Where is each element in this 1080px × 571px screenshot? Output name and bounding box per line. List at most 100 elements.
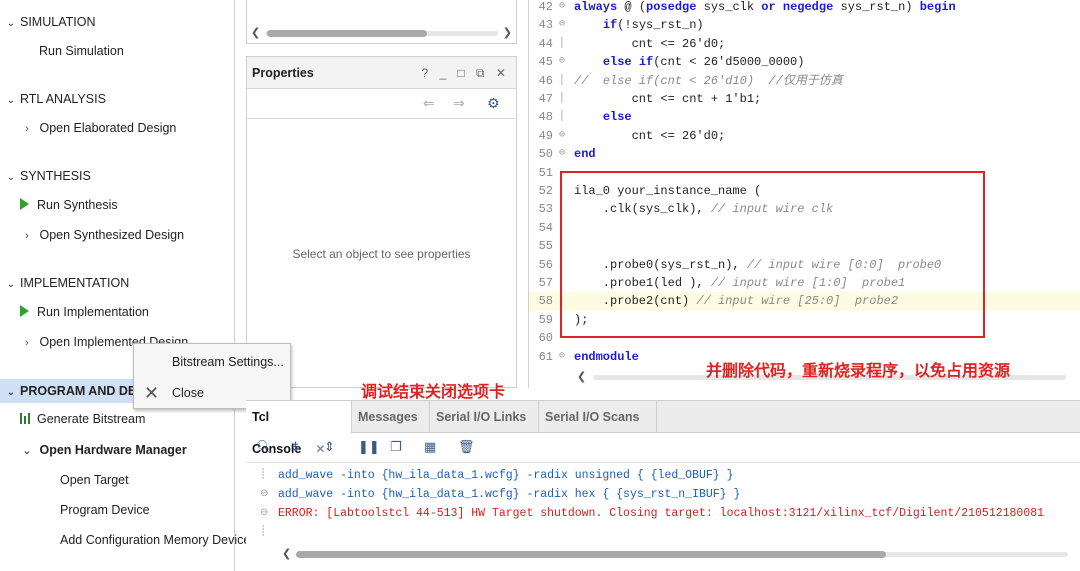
item-label: Generate Bitstream [37, 412, 146, 426]
open-target-item[interactable]: Open Target [60, 468, 129, 492]
run-synthesis-item[interactable]: Run Synthesis [20, 193, 118, 217]
code-text: always @ (posedge sys_clk or negedge sys… [574, 0, 956, 14]
code-line[interactable]: 44 │ cnt <= 26'd0; [529, 35, 1080, 53]
code-text: cnt <= 26'd0; [574, 36, 726, 51]
console-toolbar: 🔍︎ ⇟ ⇕ ❚❚ ❐ ▦ 🗑︎ [246, 433, 1080, 463]
section-synthesis[interactable]: ⌄ SYNTHESIS [0, 164, 91, 188]
fold-close-icon[interactable]: ⊖ [260, 507, 268, 518]
scroll-right-icon[interactable]: ❯ [503, 26, 512, 39]
tab-serial-io-links[interactable]: Serial I/O Links [430, 401, 539, 433]
line-number: 57 [538, 276, 553, 290]
code-text: cnt <= 26'd0; [574, 128, 726, 143]
expand-all-icon[interactable]: ⇕ [324, 439, 335, 455]
sources-pane: ❮ ❯ [246, 0, 517, 44]
code-text: else [602, 110, 632, 125]
fold-icon[interactable]: ⊖ [556, 127, 568, 145]
fold-icon[interactable]: │ [556, 72, 568, 90]
line-number: 42 [538, 0, 553, 14]
add-configuration-memory-device-item[interactable]: Add Configuration Memory Device [60, 528, 250, 552]
section-title: RTL ANALYSIS [20, 92, 106, 106]
copy-icon[interactable]: ❐ [390, 439, 402, 455]
fold-icon[interactable]: ⊖ [556, 0, 568, 16]
chevron-down-icon: ⌄ [22, 445, 32, 457]
scroll-thumb[interactable] [267, 30, 427, 37]
scroll-left-icon[interactable]: ❮ [282, 547, 291, 560]
properties-empty-message: Select an object to see properties [292, 247, 471, 261]
code-line[interactable]: 45 ⊖ else if(cnt < 26'd5000_0000) [529, 53, 1080, 71]
back-arrow-icon[interactable]: ⇐ [423, 95, 435, 112]
fold-open-icon[interactable]: ⊖ [260, 488, 268, 499]
bitstream-settings-menu-item[interactable]: Bitstream Settings... [134, 347, 290, 377]
console-tabs: Tcl Console ✕ Messages Serial I/O Links S… [246, 401, 1080, 456]
run-simulation-item[interactable]: Run Simulation [39, 39, 124, 63]
search-icon[interactable]: 🔍︎ [256, 439, 273, 455]
tab-label: Serial I/O Scans [545, 410, 640, 424]
code-line[interactable]: 47 │ cnt <= cnt + 1'b1; [529, 90, 1080, 108]
line-number: 43 [538, 18, 553, 33]
chevron-down-icon: ⌄ [6, 95, 16, 106]
console-error-line: ERROR: [Labtoolstcl 44-513] HW Target sh… [278, 507, 1045, 520]
menu-item-label: Close [172, 386, 204, 400]
close-icon: ✕ [144, 383, 160, 403]
scroll-left-icon[interactable]: ❮ [577, 370, 586, 383]
properties-toolbar: ⇐ ⇒ ⚙ [247, 89, 516, 119]
generate-bitstream-item[interactable]: Generate Bitstream [20, 407, 145, 431]
chevron-down-icon: ⌄ [6, 387, 16, 398]
fold-icon[interactable]: │ [556, 108, 568, 126]
horizontal-scrollbar[interactable]: ❮ ❯ [251, 26, 512, 40]
tab-label: Serial I/O Links [436, 410, 527, 424]
fold-icon[interactable]: │ [556, 35, 568, 53]
line-number: 46 [538, 73, 553, 88]
console-horizontal-scrollbar[interactable]: ❮ [282, 547, 1080, 561]
console-line: add_wave -into {hw_ila_data_1.wcfg} -rad… [278, 469, 734, 482]
table-icon[interactable]: ▦ [424, 439, 436, 455]
fold-icon[interactable]: ⊖ [556, 145, 568, 163]
chevron-down-icon: ⌄ [6, 18, 16, 29]
line-number: 56 [538, 257, 553, 272]
line-number: 49 [538, 128, 553, 143]
fold-icon[interactable]: │ [556, 90, 568, 108]
code-line[interactable]: 50 ⊖ end [529, 145, 1080, 163]
tab-messages[interactable]: Messages [352, 401, 430, 433]
gear-icon[interactable]: ⚙ [487, 95, 500, 112]
chevron-right-icon: › [25, 230, 29, 242]
open-elaborated-design-item[interactable]: › Open Elaborated Design [20, 116, 176, 140]
fold-icon[interactable]: ⊖ [556, 53, 568, 71]
forward-arrow-icon[interactable]: ⇒ [453, 95, 465, 112]
code-line[interactable]: 48 │ else [529, 108, 1080, 126]
run-implementation-item[interactable]: Run Implementation [20, 300, 149, 324]
section-simulation[interactable]: ⌄ SIMULATION [0, 10, 96, 34]
line-number: 53 [538, 202, 553, 217]
chevron-right-icon: › [25, 123, 29, 135]
item-label: Open Elaborated Design [39, 121, 177, 135]
chevron-right-icon: › [25, 337, 29, 349]
line-number: 59 [538, 312, 553, 327]
code-line[interactable]: 42 ⊖ always @ (posedge sys_clk or negedge … [529, 0, 1080, 16]
open-synthesized-design-item[interactable]: › Open Synthesized Design [20, 223, 184, 247]
scroll-left-icon[interactable]: ❮ [251, 26, 260, 39]
open-hardware-manager-item[interactable]: ⌄ Open Hardware Manager [20, 438, 186, 462]
code-text: if(!sys_rst_n) [602, 18, 704, 33]
section-implementation[interactable]: ⌄ IMPLEMENTATION [0, 271, 129, 295]
collapse-all-icon[interactable]: ⇟ [290, 439, 301, 455]
code-text: endmodule [574, 349, 639, 364]
scroll-thumb[interactable] [296, 551, 886, 558]
window-controls-icon[interactable]: ? _ □ ⧉ ✕ [421, 57, 510, 89]
annotation-close-tab: 调试结束关闭选项卡 [361, 382, 506, 401]
tab-tcl-console[interactable]: Tcl Console ✕ [246, 401, 352, 456]
section-rtl-analysis[interactable]: ⌄ RTL ANALYSIS [0, 87, 106, 111]
line-number: 45 [538, 55, 553, 70]
code-line[interactable]: 46 │ // else if(cnt < 26'd10) //仅用于仿真 [529, 72, 1080, 90]
tab-label: Messages [358, 410, 418, 424]
fold-icon[interactable]: ⊖ [556, 16, 568, 34]
fold-line-icon: ┊ [260, 469, 267, 480]
console-line: add_wave -into {hw_ila_data_1.wcfg} -rad… [278, 488, 741, 501]
code-line[interactable]: 43 ⊖ if(!sys_rst_n) [529, 16, 1080, 34]
program-device-item[interactable]: Program Device [60, 498, 150, 522]
trash-icon[interactable]: 🗑︎ [458, 439, 475, 455]
item-label: Run Synthesis [37, 198, 118, 212]
pause-icon[interactable]: ❚❚ [358, 439, 380, 455]
code-line[interactable]: 49 ⊖ cnt <= 26'd0; [529, 127, 1080, 145]
fold-icon[interactable]: ⊖ [556, 348, 568, 366]
tab-serial-io-scans[interactable]: Serial I/O Scans [539, 401, 657, 433]
